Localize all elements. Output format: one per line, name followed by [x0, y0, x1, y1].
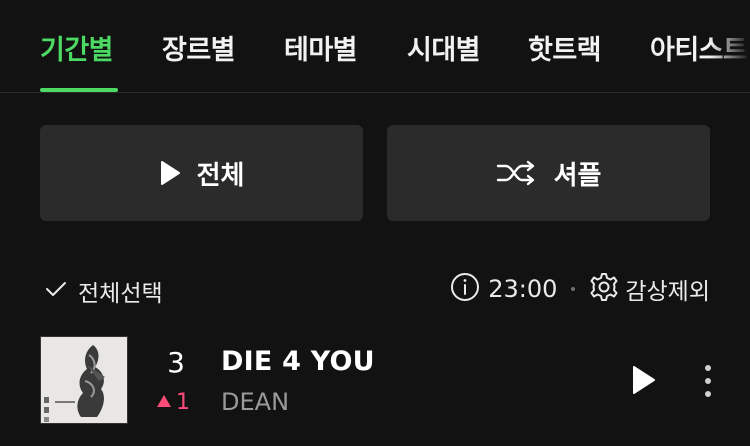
category-tabs: 기간별 장르별 테마별 시대별 핫트랙 아티스트 [0, 0, 750, 93]
shuffle-label: 셔플 [553, 160, 602, 191]
rank-change: 1 [156, 390, 190, 415]
play-all-button[interactable]: 전체 [40, 125, 363, 221]
active-tab-indicator [40, 88, 118, 92]
tab-theme[interactable]: 테마별 [284, 28, 358, 67]
track-artist[interactable]: DEAN [221, 388, 289, 416]
tab-hot-track[interactable]: 핫트랙 [528, 28, 602, 67]
info-icon[interactable] [450, 272, 480, 306]
gear-icon [589, 272, 619, 306]
tab-genre[interactable]: 장르별 [162, 28, 236, 67]
more-vertical-icon [700, 365, 716, 402]
play-icon [630, 366, 658, 400]
playlist-info: 23:00 감상제외 [450, 272, 710, 306]
separator-dot [571, 287, 576, 291]
track-title[interactable]: DIE 4 YOU [221, 346, 375, 377]
check-icon [44, 279, 68, 303]
select-all-label: 전체선택 [78, 281, 163, 307]
track-rank: 3 [167, 346, 185, 379]
tab-era[interactable]: 시대별 [407, 28, 481, 67]
tabs-fade [710, 0, 750, 92]
track-play-button[interactable] [630, 364, 658, 400]
shuffle-icon [496, 160, 538, 186]
tab-period[interactable]: 기간별 [40, 28, 114, 67]
total-duration: 23:00 [488, 275, 558, 303]
exclude-settings-button[interactable]: 감상제외 [589, 272, 710, 306]
album-art[interactable] [40, 336, 128, 424]
shuffle-button[interactable]: 셔플 [387, 125, 710, 221]
rank-change-value: 1 [176, 390, 190, 415]
track-more-button[interactable] [700, 364, 716, 402]
select-all-toggle[interactable]: 전체선택 [44, 274, 163, 308]
play-all-label: 전체 [196, 160, 245, 191]
play-icon [159, 160, 181, 186]
track-row[interactable]: 3 1 DIE 4 YOU DEAN [40, 336, 730, 424]
triangle-up-icon [156, 393, 172, 412]
exclude-label: 감상제외 [625, 279, 710, 305]
